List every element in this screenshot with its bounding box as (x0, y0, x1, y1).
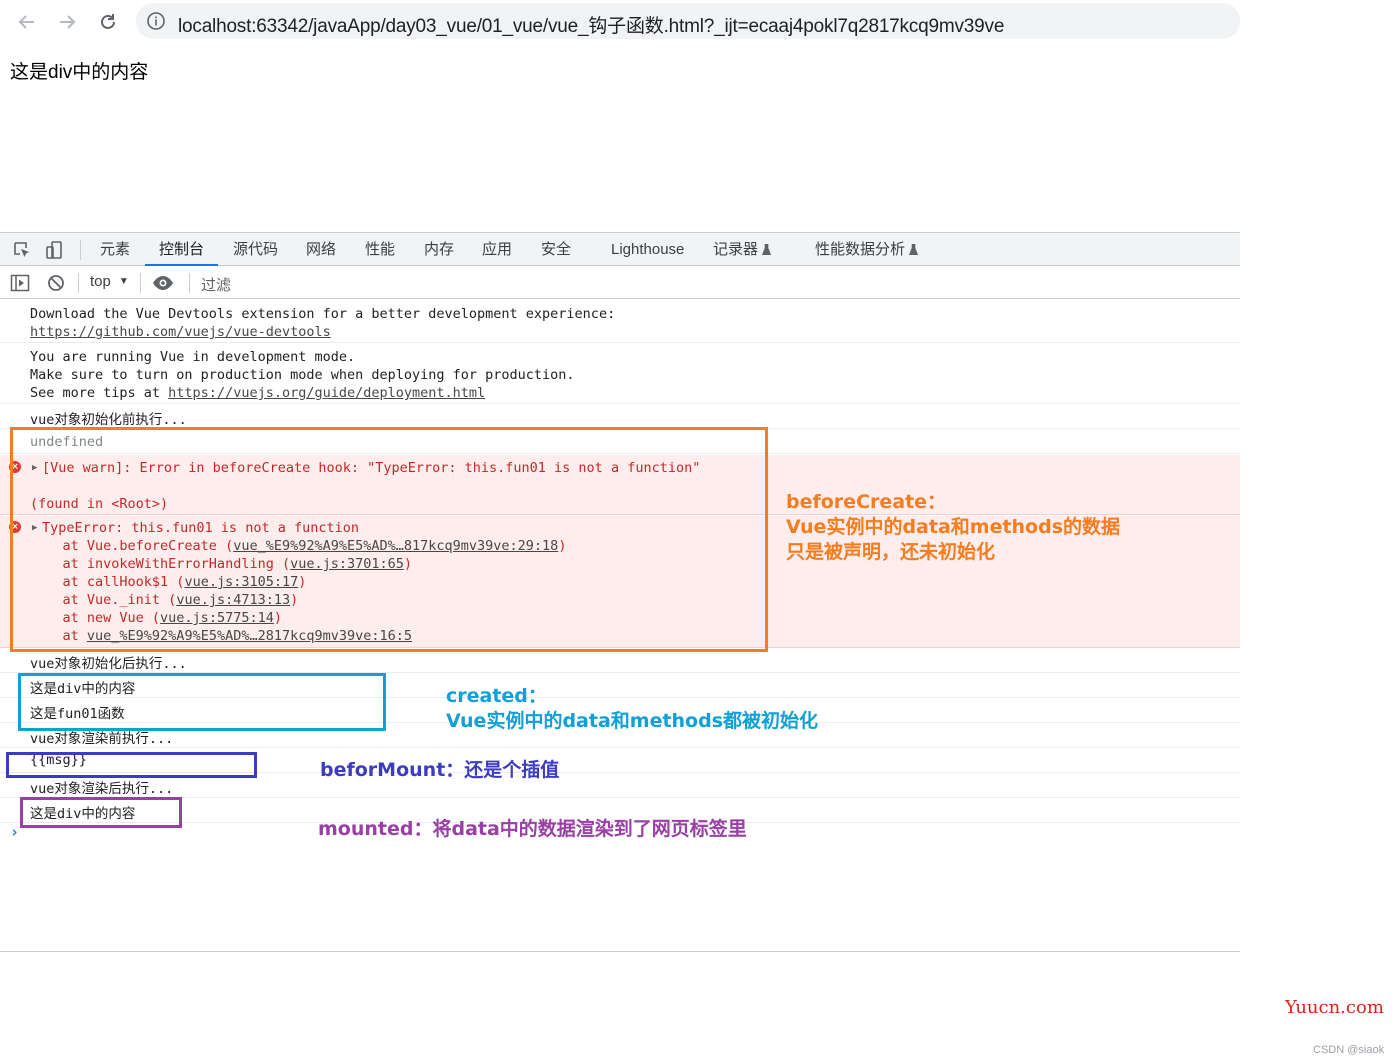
credit-text: CSDN @siaok (1313, 1044, 1385, 1056)
annotation-line: beforeCreate： (786, 491, 947, 513)
reload-button[interactable] (94, 8, 122, 36)
tab-lighthouse[interactable]: Lighthouse (611, 233, 684, 266)
toolbar-divider (80, 240, 81, 260)
console-toolbar: top ▼ 过滤 (0, 267, 1240, 299)
tab-sources[interactable]: 源代码 (233, 233, 278, 266)
annotation-line: created： (446, 685, 547, 707)
context-selector[interactable]: top ▼ (90, 273, 129, 290)
message-text: See more tips at https://vuejs.org/guide… (30, 385, 485, 401)
watermark: Yuucn.com (1285, 997, 1384, 1018)
console-message-before-create: vue对象初始化前执行... (0, 405, 1240, 429)
message-text: vue对象初始化后执行... (30, 656, 187, 672)
arrow-right-icon (60, 15, 76, 29)
url-text: localhost:63342/javaApp/day03_vue/01_vue… (178, 16, 1005, 37)
console-prompt-icon[interactable]: › (10, 823, 19, 841)
devtools-link[interactable]: https://github.com/vuejs/vue-devtools (30, 324, 331, 340)
message-text: vue对象初始化前执行... (30, 412, 187, 428)
info-icon[interactable] (146, 11, 166, 35)
toolbar-divider (140, 273, 141, 293)
tab-application[interactable]: 应用 (482, 233, 512, 266)
tab-network[interactable]: 网络 (306, 233, 336, 266)
annotation-line: Vue实例中的data和methods都被初始化 (446, 710, 819, 732)
console-message-devmode: You are running Vue in development mode.… (0, 344, 1240, 404)
tab-security[interactable]: 安全 (541, 233, 571, 266)
message-text: vue对象渲染后执行... (30, 781, 174, 797)
mounted-annotation: mounted：将data中的数据渲染到了网页标签里 (318, 818, 747, 840)
toolbar-divider (189, 273, 190, 293)
tab-performance-insights-label: 性能数据分析 (815, 241, 906, 258)
device-toolbar-icon[interactable] (44, 240, 64, 264)
experiment-icon (909, 244, 919, 255)
created-annotation: created： Vue实例中的data和methods都被初始化 (446, 684, 818, 734)
inspect-element-icon[interactable] (12, 240, 32, 264)
annotation-line: 只是被声明，还未初始化 (786, 541, 996, 563)
caret-down-icon: ▼ (118, 276, 129, 287)
created-highlight-box (18, 673, 386, 731)
back-button[interactable] (13, 8, 41, 36)
eye-icon[interactable] (152, 273, 174, 297)
tab-recorder[interactable]: 记录器 (713, 233, 772, 266)
message-prefix: See more tips at (30, 385, 169, 401)
reload-icon (101, 14, 115, 29)
befor-mount-highlight-box (6, 752, 257, 778)
toolbar-divider (78, 273, 79, 293)
show-sidebar-icon[interactable] (10, 273, 30, 297)
page-content: 这是div中的内容 (10, 62, 149, 83)
forward-button[interactable] (53, 8, 81, 36)
deployment-link[interactable]: https://vuejs.org/guide/deployment.html (168, 385, 485, 401)
browser-toolbar: localhost:63342/javaApp/day03_vue/01_vue… (0, 0, 1240, 44)
devtools-tab-strip: 元素 控制台 源代码 网络 性能 内存 应用 安全 Lighthouse 记录器… (0, 232, 1240, 266)
tab-performance[interactable]: 性能 (365, 233, 395, 266)
clear-console-icon[interactable] (46, 273, 66, 297)
experiment-icon (762, 244, 772, 255)
message-text: Download the Vue Devtools extension for … (30, 306, 616, 322)
address-bar[interactable]: localhost:63342/javaApp/day03_vue/01_vue… (136, 3, 1240, 39)
tab-recorder-label: 记录器 (713, 241, 759, 258)
befor-mount-annotation: beforMount：还是个插值 (320, 759, 560, 781)
before-create-highlight-box (10, 427, 768, 652)
tab-memory[interactable]: 内存 (424, 233, 454, 266)
tab-console[interactable]: 控制台 (145, 233, 219, 266)
message-text: You are running Vue in development mode. (30, 349, 356, 365)
message-text: Make sure to turn on production mode whe… (30, 367, 575, 383)
annotation-line: Vue实例中的data和methods的数据 (786, 516, 1121, 538)
console-message-created: vue对象初始化后执行... (0, 649, 1240, 673)
tab-elements[interactable]: 元素 (100, 233, 130, 266)
before-create-annotation: beforeCreate： Vue实例中的data和methods的数据 只是被… (786, 490, 1120, 565)
filter-input[interactable]: 过滤 (201, 274, 231, 295)
tab-performance-insights[interactable]: 性能数据分析 (815, 233, 919, 266)
context-label: top (90, 273, 111, 290)
mounted-highlight-box (20, 797, 182, 828)
arrow-left-icon (18, 15, 34, 29)
console-message-devtools: Download the Vue Devtools extension for … (0, 300, 1240, 343)
